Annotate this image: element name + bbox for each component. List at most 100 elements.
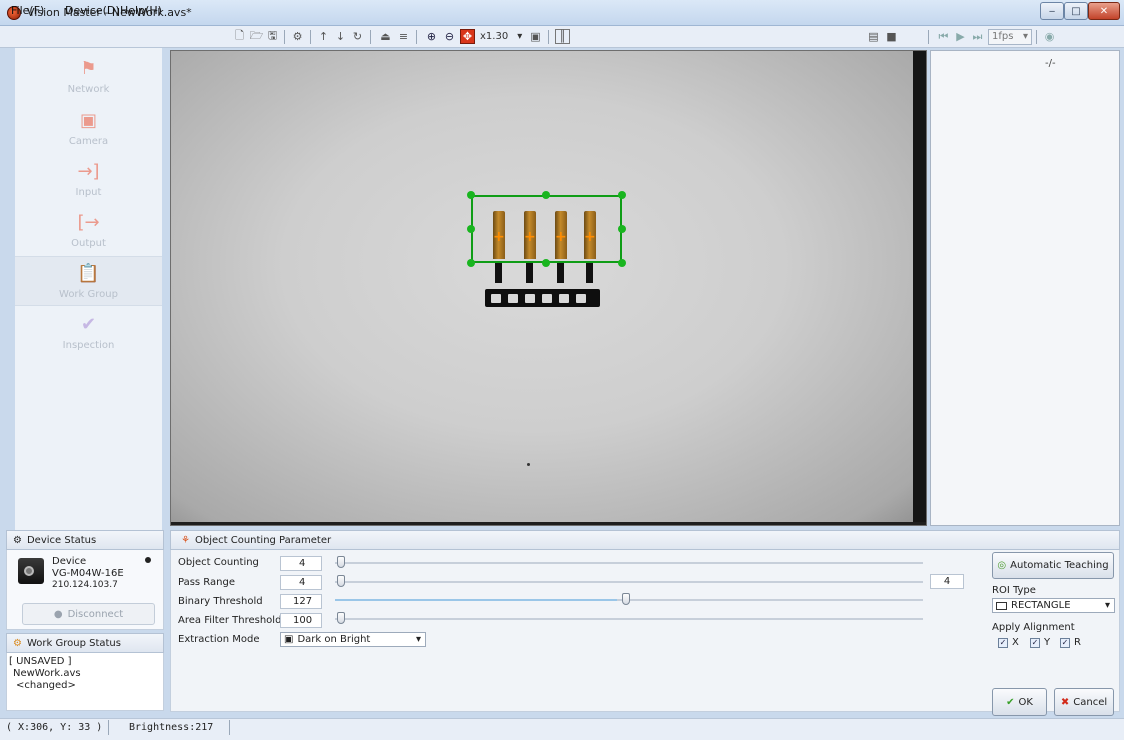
minimize-button[interactable]: ‒ [1040,2,1064,20]
nav-label: Network [67,84,110,95]
image-viewer[interactable]: + + + + [170,50,927,526]
fps-select[interactable]: 1fps ▾ [988,29,1032,45]
nav-item-inspection[interactable]: ✔ Inspection [15,308,162,358]
roi-handle[interactable] [618,225,626,233]
ok-button[interactable]: ✔ OK [992,688,1047,716]
roi-handle[interactable] [618,191,626,199]
roi-rectangle[interactable] [471,195,622,263]
upload-icon[interactable]: ↑ [316,29,331,44]
menu-device[interactable]: Device(D) [65,4,120,17]
roi-handle[interactable] [467,225,475,233]
pass-range-slider-track[interactable] [335,581,923,583]
roi-handle[interactable] [542,191,550,199]
play-icon[interactable]: ▶ [953,29,968,44]
nav-item-output[interactable]: [→ Output [15,206,162,256]
work-group-changed: <changed> [16,680,76,691]
extraction-mode-value: Dark on Bright [297,634,371,645]
pass-range-upper-input[interactable]: 4 [930,574,964,589]
nav-item-input[interactable]: →] Input [15,155,162,205]
zoom-in-icon[interactable]: ⊕ [424,29,439,44]
align-y-label: Y [1044,637,1051,648]
binary-threshold-input[interactable]: 127 [280,594,322,609]
roi-type-select[interactable]: RECTANGLE ▾ [992,598,1115,613]
pin-leg [557,263,564,283]
binary-threshold-label: Binary Threshold [178,596,263,607]
nav-item-network[interactable]: ⚑ Network [15,52,162,102]
close-icon: ✖ [1060,696,1070,708]
fit-zoom-icon[interactable]: ✥ [460,29,475,44]
work-group-status-title: Work Group Status [26,637,121,649]
zoom-value: x1.30 [480,31,509,42]
align-y-checkbox[interactable]: ✓ [1030,638,1040,648]
toolbar-separator [284,30,285,44]
object-counting-slider-thumb[interactable] [337,556,345,568]
eject-icon[interactable]: ⏏ [378,29,393,44]
maximize-button[interactable]: □ [1064,2,1088,20]
roi-handle[interactable] [467,191,475,199]
cancel-label: Cancel [1073,696,1108,708]
sync-icon[interactable]: ↻ [350,29,365,44]
new-work-icon[interactable]: 🗋 [232,29,247,44]
download-icon[interactable]: ↓ [333,29,348,44]
disconnect-label: Disconnect [67,608,124,620]
open-work-icon[interactable]: 🗁 [249,29,264,44]
apply-alignment-label: Apply Alignment [992,622,1075,633]
input-icon: →] [77,161,100,182]
zoom-select[interactable]: x1.30 ▾ [480,29,525,44]
result-panel [930,50,1120,526]
record-icon[interactable]: ◉ [1042,29,1057,44]
cancel-button[interactable]: ✖ Cancel [1054,688,1114,716]
device-model: VG-M04W-16E [52,568,124,579]
work-group-file: NewWork.avs [13,668,81,679]
nav-label: Output [71,238,106,249]
connector-hole [525,294,535,303]
gear-icon: ⚙ [13,534,22,546]
connector-hole [491,294,501,303]
pin-leg [586,263,593,283]
roi-handle[interactable] [542,259,550,267]
connector-hole [542,294,552,303]
align-x-checkbox[interactable]: ✓ [998,638,1008,648]
extraction-mode-select[interactable]: ▣ Dark on Bright ▾ [280,632,426,647]
object-counting-input[interactable]: 4 [280,556,322,571]
object-counting-slider-track[interactable] [335,562,923,564]
pass-range-slider-thumb[interactable] [337,575,345,587]
automatic-teaching-button[interactable]: ◎ Automatic Teaching [992,552,1114,579]
save-work-icon[interactable]: 🖫 [265,29,280,44]
result-status: -/- [1045,58,1056,69]
pass-range-input[interactable]: 4 [280,575,322,590]
skip-forward-icon[interactable]: ⏭ [970,29,985,44]
device-label: Device [52,556,87,567]
brightness-readout: Brightness:217 [108,720,230,735]
pass-range-label: Pass Range [178,577,236,588]
layout-icon[interactable]: ║ [555,29,570,44]
inspection-icon: ✔ [80,314,97,335]
toolbar-separator [1036,30,1037,44]
object-counting-label: Object Counting [178,557,259,568]
toolbar-separator [370,30,371,44]
menu-help[interactable]: Help(H) [120,4,162,17]
capture-icon[interactable]: ▤ [866,29,881,44]
nav-item-work-group[interactable]: 📋 Work Group [15,256,162,306]
roi-handle[interactable] [467,259,475,267]
stack-icon[interactable]: ≡ [396,29,411,44]
monitor-icon[interactable]: ■ [884,29,899,44]
align-r-checkbox[interactable]: ✓ [1060,638,1070,648]
binary-threshold-slider-thumb[interactable] [622,593,630,605]
nav-label: Inspection [62,340,115,351]
zoom-out-icon[interactable]: ⊖ [442,29,457,44]
menu-file[interactable]: File(F) [11,4,44,17]
device-status-title: Device Status [26,534,97,546]
window-icon[interactable]: ▣ [528,29,543,44]
settings-doc-icon[interactable]: ⚙ [290,29,305,44]
skip-back-icon[interactable]: ⏮ [936,29,951,44]
area-filter-slider-track[interactable] [335,618,923,620]
nav-item-camera[interactable]: ▣ Camera [15,104,162,154]
roi-handle[interactable] [618,259,626,267]
area-filter-input[interactable]: 100 [280,613,322,628]
area-filter-slider-thumb[interactable] [337,612,345,624]
disconnect-button[interactable]: ● Disconnect [22,603,155,625]
connector-hole [576,294,586,303]
close-button[interactable]: ✕ [1088,2,1120,20]
toolbar-separator [416,30,417,44]
